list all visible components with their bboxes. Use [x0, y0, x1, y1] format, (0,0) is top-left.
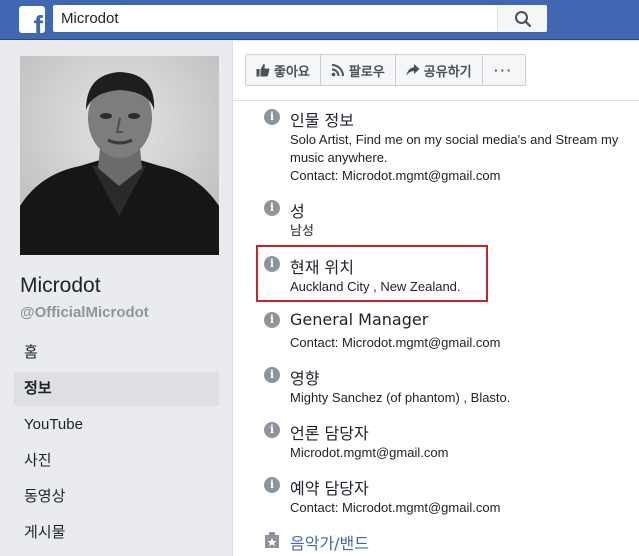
- info-line: Contact: Microdot.mgmt@gmail.com: [290, 500, 501, 515]
- page-nav: 홈 정보 YouTube 사진 동영상 게시물: [14, 336, 219, 552]
- info-title: 언론 담당자: [290, 424, 369, 443]
- share-label: 공유하기: [423, 63, 472, 79]
- info-text: Contact: Microdot.mgmt@gmail.com: [290, 334, 635, 352]
- info-title: 성: [290, 202, 305, 221]
- rss-icon: [331, 64, 344, 77]
- info-line: Auckland City , New Zealand.: [290, 279, 461, 294]
- info-icon: i: [264, 256, 280, 272]
- left-sidebar: Microdot @OfficialMicrodot 홈 정보 YouTube …: [0, 41, 232, 556]
- info-icon: i: [264, 312, 280, 328]
- follow-button[interactable]: 팔로우: [321, 55, 396, 85]
- search-input[interactable]: [53, 5, 497, 32]
- info-title: General Manager: [290, 310, 429, 329]
- info-text: Solo Artist, Find me on my social media'…: [290, 131, 635, 185]
- nav-item-photos[interactable]: 사진: [14, 444, 219, 478]
- info-title: 인물 정보: [290, 111, 354, 130]
- nav-item-posts[interactable]: 게시물: [14, 516, 219, 550]
- about-panel: 좋아요 팔로우 공유하기 ··· i 인물 정보 Solo Artist, Fi…: [232, 41, 639, 556]
- logo-letter: f: [33, 10, 43, 34]
- page-name[interactable]: Microdot: [20, 274, 101, 298]
- info-text: Auckland City , New Zealand.: [290, 278, 635, 296]
- info-line: Contact: Microdot.mgmt@gmail.com: [290, 168, 501, 183]
- share-arrow-icon: [406, 64, 420, 76]
- top-navigation-bar: f: [0, 0, 639, 40]
- info-line: Solo Artist, Find me on my social media'…: [290, 132, 619, 147]
- info-text: Mighty Sanchez (of phantom) , Blasto.: [290, 389, 635, 407]
- info-line: Mighty Sanchez (of phantom) , Blasto.: [290, 390, 511, 405]
- info-line: Contact: Microdot.mgmt@gmail.com: [290, 335, 501, 350]
- nav-item-home[interactable]: 홈: [14, 336, 219, 370]
- profile-picture[interactable]: [20, 56, 219, 255]
- profile-photo-art: [20, 56, 219, 255]
- info-icon: i: [264, 477, 280, 493]
- page-handle[interactable]: @OfficialMicrodot: [20, 304, 149, 321]
- thumbs-up-icon: [256, 64, 270, 77]
- info-title: 현재 위치: [290, 258, 354, 277]
- follow-label: 팔로우: [348, 63, 385, 79]
- share-button[interactable]: 공유하기: [396, 55, 483, 85]
- more-icon: ···: [494, 62, 514, 78]
- category-badge-icon: [265, 532, 279, 548]
- nav-item-videos[interactable]: 동영상: [14, 480, 219, 514]
- facebook-logo-icon[interactable]: f: [19, 6, 45, 33]
- search-button[interactable]: [497, 5, 547, 32]
- info-icon: i: [264, 109, 280, 125]
- action-divider: [233, 100, 639, 101]
- info-text: Contact: Microdot.mgmt@gmail.com: [290, 499, 635, 517]
- nav-item-about[interactable]: 정보: [14, 372, 219, 406]
- search-icon: [514, 10, 531, 27]
- nav-item-youtube[interactable]: YouTube: [14, 408, 219, 442]
- info-text: 남성: [290, 222, 635, 240]
- action-bar: 좋아요 팔로우 공유하기 ···: [245, 54, 526, 86]
- info-title: 예약 담당자: [290, 479, 369, 498]
- info-icon: i: [264, 200, 280, 216]
- info-line: Microdot.mgmt@gmail.com: [290, 445, 449, 460]
- more-options-button[interactable]: ···: [483, 55, 525, 85]
- info-line: music anywhere.: [290, 150, 388, 165]
- info-line: 남성: [290, 223, 314, 238]
- info-text: Microdot.mgmt@gmail.com: [290, 444, 635, 462]
- info-icon: i: [264, 422, 280, 438]
- category-link[interactable]: 음악가/밴드: [290, 530, 369, 554]
- info-icon: i: [264, 367, 280, 383]
- like-label: 좋아요: [274, 63, 310, 79]
- search-bar: [53, 5, 547, 32]
- info-title: 영향: [290, 369, 320, 388]
- like-button[interactable]: 좋아요: [246, 55, 321, 85]
